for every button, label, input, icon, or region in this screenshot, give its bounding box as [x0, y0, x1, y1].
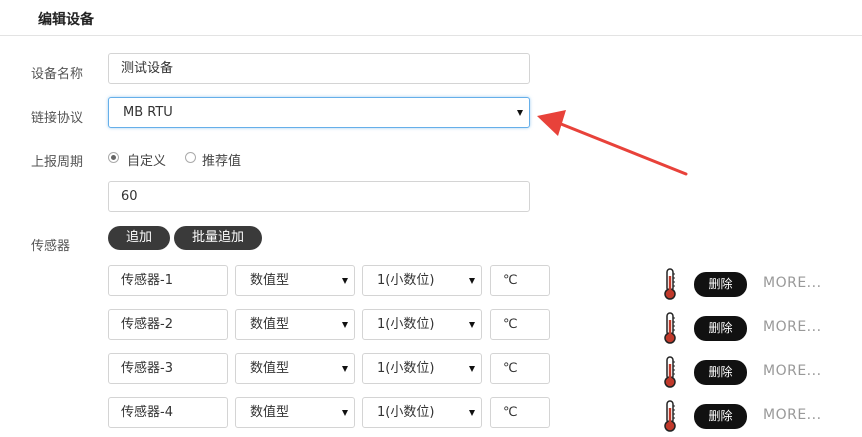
annotation-arrow [537, 110, 688, 176]
